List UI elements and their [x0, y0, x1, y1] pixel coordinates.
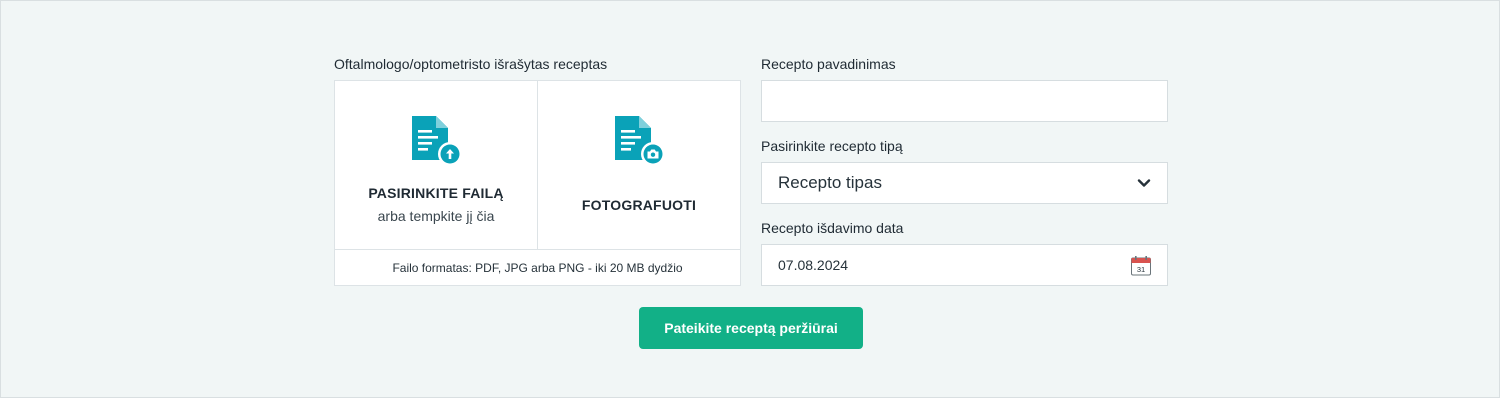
take-photo-option[interactable]: FOTOGRAFUOTI [538, 81, 740, 249]
name-field[interactable] [761, 80, 1168, 122]
date-value: 07.08.2024 [778, 257, 849, 273]
name-input[interactable] [762, 81, 1167, 121]
date-label: Recepto išdavimo data [761, 220, 904, 236]
document-camera-icon [615, 116, 665, 166]
type-select[interactable]: Recepto tipas [761, 162, 1168, 204]
file-format-note: Failo formatas: PDF, JPG arba PNG - iki … [335, 249, 740, 285]
submit-button[interactable]: Pateikite receptą peržiūrai [639, 307, 863, 349]
file-upload-subtitle: arba tempkite jį čia [377, 208, 495, 224]
type-label: Pasirinkite recepto tipą [761, 138, 903, 154]
calendar-day: 31 [1137, 265, 1145, 274]
form-panel: Oftalmologo/optometristo išrašytas recep… [0, 0, 1500, 398]
chevron-down-icon [1137, 179, 1151, 187]
name-label: Recepto pavadinimas [761, 56, 896, 72]
file-upload-option[interactable]: PASIRINKITE FAILĄ arba tempkite jį čia [335, 81, 538, 249]
file-upload-title: PASIRINKITE FAILĄ [368, 185, 504, 201]
date-field[interactable]: 07.08.2024 31 [761, 244, 1168, 286]
calendar-icon[interactable]: 31 [1130, 255, 1152, 277]
document-upload-icon [412, 116, 462, 166]
type-select-value: Recepto tipas [778, 173, 882, 192]
upload-section-label: Oftalmologo/optometristo išrašytas recep… [334, 56, 608, 72]
take-photo-title: FOTOGRAFUOTI [581, 197, 697, 213]
upload-box: PASIRINKITE FAILĄ arba tempkite jį čia F… [334, 80, 741, 286]
